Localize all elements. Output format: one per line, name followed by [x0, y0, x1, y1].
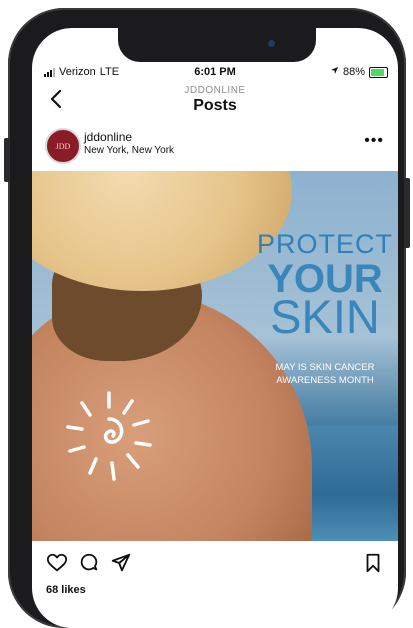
status-bar: Verizon LTE 6:01 PM 88% — [32, 66, 398, 82]
awareness-tagline: MAY IS SKIN CANCER AWARENESS MONTH — [275, 362, 375, 386]
phone-screen: Verizon LTE 6:01 PM 88% JDDONLINE Posts … — [32, 28, 398, 628]
top-nav: JDDONLINE Posts — [32, 83, 398, 117]
headline-skin: SKIN — [270, 290, 380, 343]
comment-icon[interactable] — [78, 552, 100, 574]
likes-count[interactable]: 68 likes — [46, 584, 86, 596]
post-header: JDD jddonline New York, New York ••• — [32, 124, 398, 168]
send-icon[interactable] — [110, 552, 132, 574]
battery-icon — [369, 66, 388, 78]
post-location[interactable]: New York, New York — [84, 145, 174, 156]
phone-side-button — [404, 178, 410, 248]
phone-frame: Verizon LTE 6:01 PM 88% JDDONLINE Posts … — [4, 8, 410, 628]
account-name: JDDONLINE — [184, 85, 246, 96]
battery-percent: 88% — [342, 66, 365, 78]
avatar-text: JDD — [55, 141, 71, 151]
post-actions — [32, 548, 398, 578]
post-image[interactable]: PROTECT YOUR SKIN MAY IS SKIN CANCER AWA… — [32, 171, 398, 541]
heart-icon[interactable] — [46, 552, 68, 574]
headline-protect: PROTECT — [256, 229, 393, 259]
sun-drawing-icon — [66, 391, 152, 481]
avatar[interactable]: JDD — [45, 128, 81, 164]
camera-icon — [268, 40, 275, 47]
page-title: Posts — [193, 97, 237, 114]
more-dots-icon[interactable]: ••• — [364, 132, 384, 150]
phone-notch — [118, 28, 316, 62]
status-right: 88% — [330, 66, 388, 78]
post-username[interactable]: jddonline — [84, 130, 132, 144]
bookmark-icon[interactable] — [362, 552, 384, 574]
location-arrow-icon — [330, 66, 339, 78]
phone-side-button — [4, 138, 10, 182]
